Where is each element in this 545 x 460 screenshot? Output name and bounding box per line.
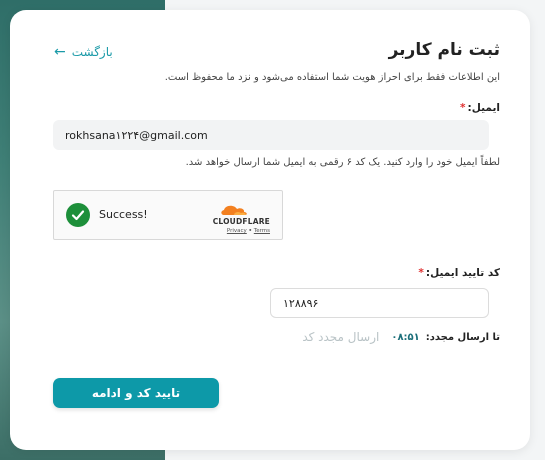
back-link-label: بازگشت: [71, 45, 113, 59]
code-label-text: کد تایید ایمیل:: [425, 267, 500, 279]
email-field[interactable]: rokhsana۱۲۲۴@gmail.com: [53, 120, 489, 150]
verify-and-continue-button[interactable]: تایید کد و ادامه: [53, 378, 219, 408]
resend-row: تا ارسال مجدد: ۰۸:۵۱ ارسال مجدد کد: [302, 330, 500, 344]
email-label: ایمیل:*: [460, 102, 500, 114]
email-value: rokhsana۱۲۲۴@gmail.com: [65, 128, 208, 142]
back-link[interactable]: ← بازگشت: [54, 42, 113, 62]
verification-code-field[interactable]: ۱۲۸۸۹۶: [270, 288, 489, 318]
code-value: ۱۲۸۸۹۶: [283, 296, 319, 310]
cloudflare-captcha[interactable]: Success! CLOUDFLARE Privacy • Terms: [53, 190, 283, 240]
check-icon: [66, 203, 90, 227]
page-title: ثبت نام کاربر: [388, 40, 500, 60]
captcha-status: Success!: [99, 208, 148, 221]
email-hint: لطفاً ایمیل خود را وارد کنید. یک کد ۶ رق…: [185, 157, 500, 168]
link-separator: •: [248, 228, 253, 234]
page-subtitle: این اطلاعات فقط برای احراز هویت شما استف…: [164, 72, 500, 83]
arrow-left-icon: ←: [54, 44, 66, 60]
resend-code-link[interactable]: ارسال مجدد کد: [302, 330, 379, 344]
captcha-links: Privacy • Terms: [227, 228, 270, 234]
resend-timer-label: تا ارسال مجدد:: [425, 331, 500, 343]
terms-link[interactable]: Terms: [254, 228, 270, 234]
cloudflare-brand: CLOUDFLARE: [212, 217, 270, 226]
code-required-mark: *: [418, 267, 424, 279]
registration-card: ← بازگشت ثبت نام کاربر این اطلاعات فقط ب…: [10, 10, 530, 450]
code-label: کد تایید ایمیل:*: [418, 267, 500, 279]
cloudflare-logo-icon: [221, 205, 247, 215]
email-label-text: ایمیل:: [467, 102, 500, 114]
resend-timer: ۰۸:۵۱: [391, 331, 420, 343]
email-required-mark: *: [460, 102, 466, 114]
privacy-link[interactable]: Privacy: [227, 228, 247, 234]
